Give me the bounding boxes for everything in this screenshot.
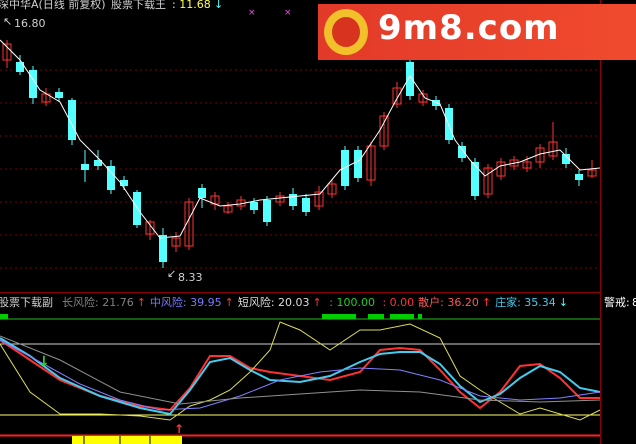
price-high-label: 16.80 [14,17,46,30]
candle-up [171,232,181,252]
green-signal-bar [418,314,422,319]
candle-body [354,150,362,178]
indicator-item: 庄家: 35.34 ↓ [495,296,568,309]
candle-up [145,220,155,240]
oscillator-line [0,335,601,405]
indicator-item-text: 长风险: 21.76 [62,296,134,309]
indicator-item: 中风险: 39.95 ↑ [150,296,234,309]
candle-up [223,202,233,214]
alert-label: 警戒: [604,296,630,309]
candle-down [302,194,310,216]
green-signal-bar [368,314,384,319]
candle-down [562,148,570,168]
watermark-banner: 9m8.com [318,4,636,60]
indicator-item-arrow: ↑ [312,296,322,309]
candle-down [159,228,167,268]
indicator-item-text: 中风险: 39.95 [149,296,222,309]
chart-title: 深中华A(日线 前复权) [0,0,106,11]
candle-body [81,164,89,170]
candle-down [68,98,76,145]
indicator-item-arrow: ↑ [481,296,492,309]
indicator-item-arrow: ↑ [136,296,146,309]
candle-body [263,200,271,222]
candle-body [302,198,310,212]
price-low-arrow: ↙ [167,267,177,280]
candle-down [263,196,271,226]
candle-up [210,192,220,210]
candle-down [133,190,141,228]
candle-down [94,150,102,170]
candle-body [575,174,583,180]
alert-value: 8 [632,296,636,309]
candle-down [198,184,206,208]
candle-up [41,88,51,106]
candle-down [445,104,453,144]
candle-up [535,144,545,168]
top-indicator-name: 股票下载王 [111,0,166,11]
marker-x-2: × [284,8,292,18]
candle-down [29,66,37,104]
bottom-indicator-values: 长风险: 21.76 ↑ 中风险: 39.95 ↑ 短风险: 20.03 ↑ : 100.… [62,296,572,309]
candle-body [289,194,297,206]
bottom-indicator-name: 股票下载副 [0,296,53,309]
candle-body [250,202,258,210]
indicator-item: 长风险: 21.76 ↑ [62,296,146,309]
indicator-item-text: : 100.00 [325,296,375,309]
oscillator-line [0,321,601,421]
candle-down [81,150,89,182]
candle-body [471,162,479,196]
candle-down [289,188,297,210]
candle-up [496,158,506,180]
top-indicator-value: : 11.68 [172,0,211,11]
watermark-logo-badge [324,9,368,55]
watermark-logo-inner [332,17,360,47]
candle-down [107,160,115,194]
candle-body [458,146,466,158]
kline-chart-canvas[interactable] [0,0,636,444]
candle-up [548,122,558,160]
green-signal-bar [322,314,356,319]
green-signal-bar [390,314,414,319]
price-low-label: 8.33 [178,271,203,284]
candle-body [406,62,414,96]
top-indicator-down-arrow: ↓ [214,0,224,11]
sell-signal-arrow: ↑ [174,422,185,436]
indicator-item-arrow: ↑ [224,296,234,309]
candle-down [575,170,583,186]
candle-down [471,158,479,200]
indicator-item-text: 散户: 36.20 [418,296,479,309]
indicator-item: : 0.00 [379,296,414,309]
indicator-item-text: 短风险: 20.03 [237,296,310,309]
watermark-site-text: 9m8.com [378,8,560,48]
candle-body [55,92,63,98]
price-high-arrow: ↖ [3,15,13,28]
candle-down [406,58,414,100]
marker-x-1: × [248,8,256,18]
candle-up [314,186,324,210]
indicator-item-text: 庄家: 35.34 [495,296,556,309]
indicator-item: : 100.00 [326,296,375,309]
candle-body [133,192,141,225]
candle-body [445,108,453,140]
candle-up [275,192,285,206]
indicator-item-text: : 0.00 [378,296,415,309]
candle-down [354,146,362,182]
yellow-signal-bar [72,436,182,444]
green-signal-bar [0,314,8,319]
candle-body [159,235,167,262]
indicator-item: 散户: 36.20 ↑ [418,296,491,309]
indicator-item-arrow: ↓ [558,296,569,309]
indicator-item: 短风险: 20.03 ↑ [238,296,322,309]
candle-body [198,188,206,198]
buy-signal-arrow: ↓ [38,354,50,370]
